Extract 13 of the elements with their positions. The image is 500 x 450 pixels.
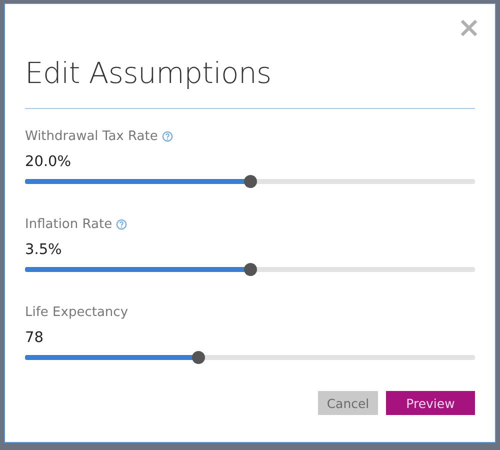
slider-thumb[interactable]	[192, 351, 206, 364]
close-icon	[461, 20, 477, 36]
setting-value: 78	[25, 330, 44, 346]
cancel-button[interactable]: Cancel	[318, 391, 378, 415]
slider-thumb[interactable]	[244, 263, 257, 276]
setting-label: Inflation Rate	[25, 216, 112, 232]
setting-value: 3.5%	[25, 242, 63, 258]
dialog-title: Edit Assumptions	[25, 56, 272, 92]
preview-button[interactable]: Preview	[386, 391, 475, 415]
setting-label: Life Expectancy	[25, 304, 128, 320]
setting-value: 20.0%	[25, 154, 72, 170]
slider-thumb[interactable]	[244, 175, 257, 188]
setting-label: Withdrawal Tax Rate	[25, 128, 158, 144]
